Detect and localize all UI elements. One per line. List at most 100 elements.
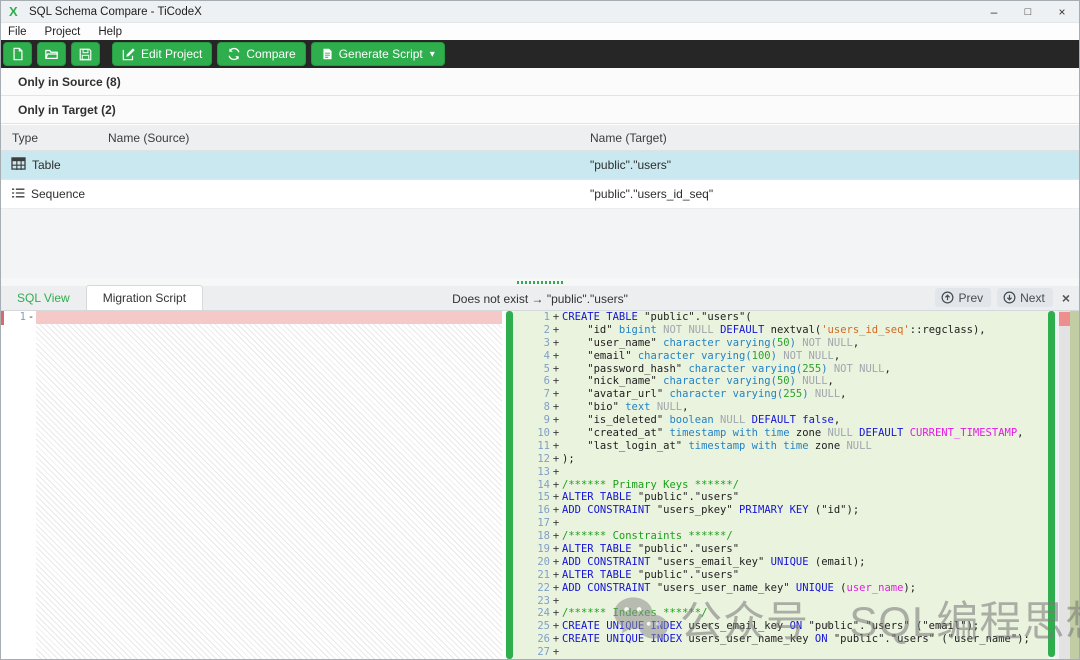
diff-scrollbar-thumb[interactable] — [1070, 311, 1079, 659]
diff-added-line: 13+ — [513, 466, 1049, 479]
next-button[interactable]: Next — [997, 288, 1053, 307]
diff-added-line: 7+ "avatar_url" character varying(255) N… — [513, 388, 1049, 401]
line-number: 27 — [513, 646, 550, 659]
diff-added-line: 16+ADD CONSTRAINT "users_pkey" PRIMARY K… — [513, 504, 1049, 517]
panel-nav: Prev Next × — [935, 285, 1079, 310]
diff-sign: - — [26, 311, 36, 324]
new-file-button[interactable] — [3, 42, 32, 66]
tab-migration-script[interactable]: Migration Script — [86, 285, 203, 310]
code-text: CREATE UNIQUE INDEX users_email_key ON "… — [562, 620, 979, 633]
code-text: CREATE TABLE "public"."users"( — [562, 311, 752, 324]
diff-sign: + — [550, 414, 562, 427]
table-icon — [11, 157, 26, 173]
prev-label: Prev — [958, 291, 983, 305]
menu-item-file[interactable]: File — [1, 26, 36, 38]
line-number: 17 — [513, 517, 550, 530]
diff-sign: + — [550, 530, 562, 543]
diff-sign: + — [550, 556, 562, 569]
diff-added-line: 22+ADD CONSTRAINT "users_user_name_key" … — [513, 582, 1049, 595]
cell-type: Sequence — [1, 187, 108, 202]
open-folder-button[interactable] — [37, 42, 66, 66]
title-bar: X SQL Schema Compare - TiCodeX – □ × — [1, 1, 1079, 23]
splitter-grip-icon — [517, 281, 563, 284]
line-number: 24 — [513, 607, 550, 620]
new-file-icon — [11, 47, 25, 61]
line-number: 10 — [513, 427, 550, 440]
diff-sign: + — [550, 479, 562, 492]
diff-added-line: 3+ "user_name" character varying(50) NOT… — [513, 337, 1049, 350]
diff-sign: + — [550, 337, 562, 350]
minimize-icon[interactable]: – — [977, 1, 1011, 22]
diff-sign: + — [550, 311, 562, 324]
toolbar-button-label: Compare — [246, 47, 295, 61]
toolbar: Edit Project Compare Generate Script▾ — [1, 40, 1079, 68]
code-text: ); — [562, 453, 575, 466]
line-number: 3 — [513, 337, 550, 350]
maximize-icon[interactable]: □ — [1011, 1, 1045, 22]
window-title: SQL Schema Compare - TiCodeX — [29, 6, 202, 18]
empty-diff-hatch — [36, 324, 502, 659]
line-number: 23 — [513, 595, 550, 608]
close-icon[interactable]: × — [1045, 1, 1079, 22]
diff-sign: + — [550, 363, 562, 376]
section-header-only-in-source[interactable]: Only in Source (8) — [1, 68, 1079, 96]
column-header-type[interactable]: Type — [1, 131, 108, 145]
diff-right-pane: 1+CREATE TABLE "public"."users"(2+ "id" … — [513, 311, 1049, 659]
circle-down-arrow-icon — [1003, 291, 1016, 304]
menu-item-help[interactable]: Help — [89, 26, 131, 38]
compare-button[interactable]: Compare — [217, 42, 305, 66]
menu-item-project[interactable]: Project — [36, 26, 90, 38]
diff-added-line: 9+ "is_deleted" boolean NULL DEFAULT fal… — [513, 414, 1049, 427]
save-button[interactable] — [71, 42, 100, 66]
section-header-only-in-target[interactable]: Only in Target (2) — [1, 96, 1079, 124]
tab-sql-view[interactable]: SQL View — [1, 285, 86, 310]
code-text: ALTER TABLE "public"."users" — [562, 543, 739, 556]
diff-added-line: 14+/****** Primary Keys ******/ — [513, 479, 1049, 492]
panel-tabs: SQL ViewMigration Script — [1, 285, 203, 310]
diff-added-line: 8+ "bio" text NULL, — [513, 401, 1049, 414]
window-controls: – □ × — [977, 1, 1079, 22]
generate-script-button[interactable]: Generate Script▾ — [311, 42, 445, 66]
diff-sign: + — [550, 595, 562, 608]
code-text: CREATE UNIQUE INDEX users_user_name_key … — [562, 633, 1030, 646]
diff-sign: + — [550, 646, 562, 659]
diff-scrollbar[interactable] — [1059, 311, 1070, 659]
column-header-name-source-[interactable]: Name (Source) — [108, 131, 590, 145]
code-text: "user_name" character varying(50) NOT NU… — [562, 337, 859, 350]
cell-type: Table — [1, 157, 108, 173]
column-header-name-target-[interactable]: Name (Target) — [590, 131, 1079, 145]
line-number: 22 — [513, 582, 550, 595]
sql-diff-view: 1- 1+CREATE TABLE "public"."users"(2+ "i… — [1, 311, 1079, 659]
diff-sign: + — [550, 401, 562, 414]
code-text: ADD CONSTRAINT "users_user_name_key" UNI… — [562, 582, 916, 595]
code-text: "id" bigint NOT NULL DEFAULT nextval('us… — [562, 324, 986, 337]
diff-sign: + — [550, 517, 562, 530]
line-number: 20 — [513, 556, 550, 569]
diff-added-line: 11+ "last_login_at" timestamp with time … — [513, 440, 1049, 453]
line-number: 8 — [513, 401, 550, 414]
line-number: 1 — [1, 311, 26, 324]
line-number: 6 — [513, 375, 550, 388]
line-number: 9 — [513, 414, 550, 427]
open-folder-icon — [44, 47, 59, 61]
table-row[interactable]: Sequence"public"."users_id_seq" — [1, 180, 1079, 209]
code-text: "last_login_at" timestamp with time zone… — [562, 440, 872, 453]
diff-added-line: 20+ADD CONSTRAINT "users_email_key" UNIQ… — [513, 556, 1049, 569]
code-text: ALTER TABLE "public"."users" — [562, 491, 739, 504]
prev-button[interactable]: Prev — [935, 288, 991, 307]
edit-icon — [122, 47, 136, 61]
diff-category-accordion: Only in Source (8)Only in Target (2) — [1, 68, 1079, 124]
panel-close-icon[interactable]: × — [1059, 290, 1073, 306]
edit-project-button[interactable]: Edit Project — [112, 42, 212, 66]
diff-added-line: 26+CREATE UNIQUE INDEX users_user_name_k… — [513, 633, 1049, 646]
app-logo-icon: X — [9, 5, 23, 19]
diff-sign: + — [550, 504, 562, 517]
table-row[interactable]: Table"public"."users" — [1, 151, 1079, 180]
diff-added-line: 10+ "created_at" timestamp with time zon… — [513, 427, 1049, 440]
code-text: /****** Constraints ******/ — [562, 530, 733, 543]
diff-sign: + — [550, 375, 562, 388]
removed-line-highlight — [36, 311, 502, 324]
code-text: "nick_name" character varying(50) NULL, — [562, 375, 834, 388]
diff-added-line: 18+/****** Constraints ******/ — [513, 530, 1049, 543]
code-text: "email" character varying(100) NOT NULL, — [562, 350, 840, 363]
